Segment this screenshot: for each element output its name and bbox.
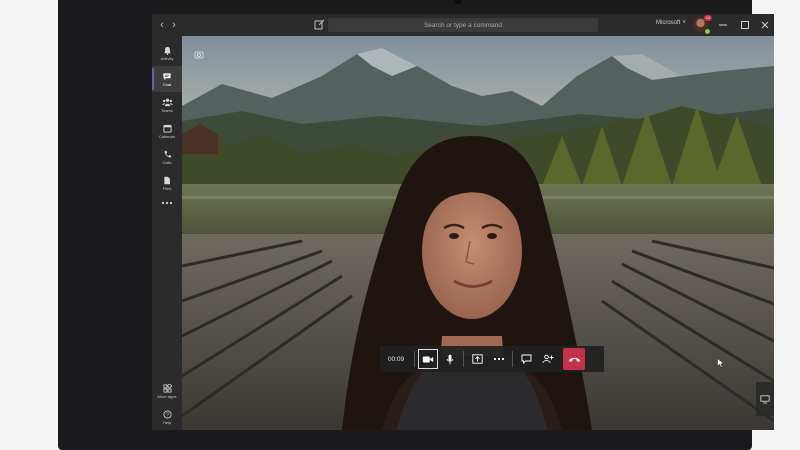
show-chat-button[interactable] xyxy=(515,348,537,370)
close-icon[interactable] xyxy=(758,18,772,32)
notification-badge: 10 xyxy=(704,15,712,21)
title-bar: ‹ › Microsoft ˅ 10 xyxy=(152,14,774,36)
rail-item-help[interactable]: ? Help xyxy=(152,404,182,430)
forward-arrow-icon[interactable]: › xyxy=(168,16,180,34)
divider xyxy=(463,351,464,367)
rail-label-calendar: Calendar xyxy=(158,133,176,139)
rail-label-files: Files xyxy=(162,185,172,191)
chat-icon xyxy=(521,354,531,364)
call-timer: 00:09 xyxy=(387,355,405,363)
laptop-frame: ‹ › Microsoft ˅ 10 xyxy=(58,0,774,450)
apps-icon xyxy=(162,383,172,393)
phone-icon xyxy=(164,150,171,157)
help-icon: ? xyxy=(162,409,172,419)
divider xyxy=(512,351,513,367)
tenant-name: Microsoft xyxy=(656,20,681,26)
chevron-down-icon: ˅ xyxy=(682,20,686,26)
mouse-cursor-icon xyxy=(717,358,725,368)
microphone-icon xyxy=(446,354,454,364)
rail-item-chat[interactable]: Chat xyxy=(152,66,182,92)
maximize-icon[interactable] xyxy=(738,18,752,32)
rail-label-activity: Activity xyxy=(160,55,174,61)
rail-item-calls[interactable]: Calls xyxy=(152,144,182,170)
more-dots-icon xyxy=(493,357,505,361)
rail-item-files[interactable]: Files xyxy=(152,170,182,196)
call-control-bar: 00:09 xyxy=(380,346,604,372)
chat-icon xyxy=(163,72,171,80)
camera-toggle-button[interactable] xyxy=(417,348,439,370)
hang-up-button[interactable] xyxy=(563,348,585,370)
back-arrow-icon[interactable]: ‹ xyxy=(156,16,168,34)
rail-item-teams[interactable]: Teams xyxy=(152,92,182,118)
more-dots-icon xyxy=(161,201,173,205)
svg-text:?: ? xyxy=(166,412,169,418)
video-options-icon[interactable] xyxy=(194,50,204,60)
history-nav: ‹ › xyxy=(156,16,180,34)
minimize-icon[interactable] xyxy=(716,18,730,32)
webcam xyxy=(455,0,461,4)
teams-window: ‹ › Microsoft ˅ 10 xyxy=(152,14,774,430)
compose-icon[interactable] xyxy=(312,18,326,32)
device-settings-icon xyxy=(760,394,770,403)
rail-label-teams: Teams xyxy=(161,107,173,113)
show-device-settings-button[interactable] xyxy=(756,382,774,416)
app-rail: Activity Chat Teams Calendar Calls Files… xyxy=(152,36,182,430)
participants-button[interactable] xyxy=(537,348,559,370)
participants-icon xyxy=(542,354,554,364)
video-stage: 00:09 xyxy=(182,36,774,430)
hang-up-icon xyxy=(568,357,580,362)
mute-button[interactable] xyxy=(439,348,461,370)
command-search-input[interactable] xyxy=(328,18,598,32)
file-icon xyxy=(164,176,170,184)
presence-status-icon xyxy=(704,28,711,35)
divider xyxy=(414,351,415,367)
rail-more-button[interactable] xyxy=(152,196,182,210)
rail-label-more-apps: More apps xyxy=(157,393,177,399)
rail-label-help: Help xyxy=(162,419,172,425)
tenant-switcher[interactable]: Microsoft ˅ xyxy=(656,20,686,26)
rail-item-activity[interactable]: Activity xyxy=(152,40,182,66)
rail-label-chat: Chat xyxy=(162,81,172,87)
share-screen-icon xyxy=(471,354,483,364)
bell-icon xyxy=(163,46,171,55)
teams-icon xyxy=(161,98,173,106)
rail-item-calendar[interactable]: Calendar xyxy=(152,118,182,144)
rail-item-more-apps[interactable]: More apps xyxy=(152,378,182,404)
share-screen-button[interactable] xyxy=(466,348,488,370)
more-options-button[interactable] xyxy=(488,348,510,370)
rail-label-calls: Calls xyxy=(162,159,172,165)
video-camera-icon xyxy=(422,356,434,362)
calendar-icon xyxy=(162,124,172,133)
